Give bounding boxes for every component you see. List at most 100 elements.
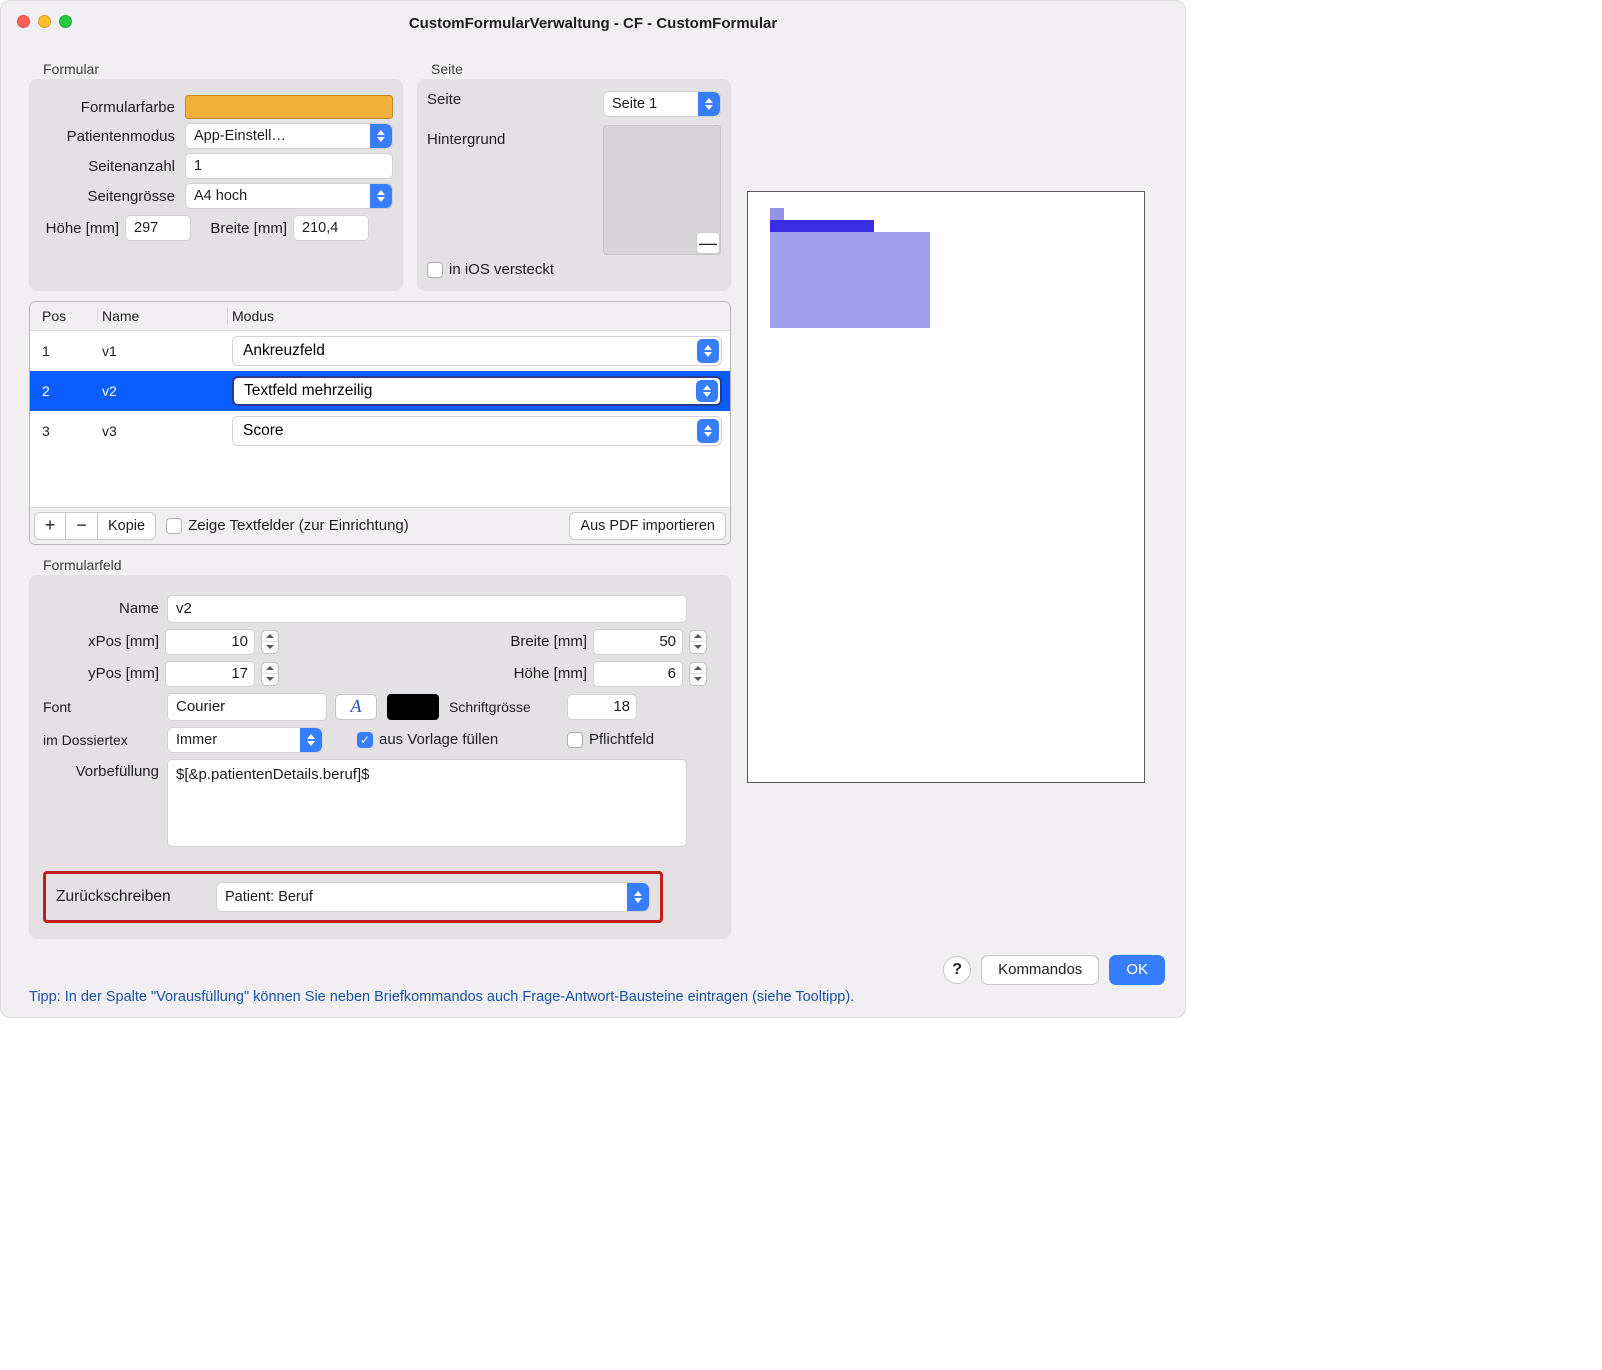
preview-field-v2 [770, 220, 874, 232]
seitengroesse-select[interactable]: A4 hoch [185, 183, 393, 209]
vorbefuellung-label: Vorbefüllung [43, 763, 159, 780]
chevrons-icon [370, 184, 392, 208]
ypos-stepper[interactable] [261, 662, 279, 686]
in-ios-label: in iOS versteckt [449, 261, 554, 278]
dialog-footer: ? Kommandos OK [1, 947, 1185, 989]
table-empty-area [30, 451, 730, 507]
seitengroesse-value: A4 hoch [194, 188, 247, 204]
table-row[interactable]: 2 v2 Textfeld mehrzeilig [30, 371, 730, 411]
table-toolbar: + − Kopie Zeige Textfelder (zur Einricht… [30, 507, 730, 544]
in-ios-checkbox[interactable]: in iOS versteckt [427, 261, 554, 278]
patientenmodus-select[interactable]: App-Einstell… [185, 123, 393, 149]
seite-legend: Seite [427, 61, 467, 77]
xpos-label: xPos [mm] [43, 633, 159, 650]
ypos-label: yPos [mm] [43, 665, 159, 682]
row-modus-select[interactable]: Ankreuzfeld [232, 336, 722, 366]
ypos-input[interactable]: 17 [165, 661, 255, 687]
patientenmodus-value: App-Einstell… [194, 128, 286, 144]
hintergrund-remove-button[interactable]: — [696, 232, 720, 254]
cell-name: v2 [98, 383, 228, 399]
font-color-swatch[interactable] [387, 694, 439, 720]
seitengroesse-label: Seitengrösse [39, 188, 179, 205]
copy-row-button[interactable]: Kopie [98, 512, 156, 540]
breite-stepper[interactable] [689, 630, 707, 654]
chevrons-icon [697, 339, 719, 363]
chevrons-icon [627, 883, 649, 911]
cell-pos: 1 [38, 343, 98, 359]
font-input[interactable]: Courier [167, 693, 327, 721]
add-row-button[interactable]: + [34, 512, 66, 540]
chevrons-icon [370, 124, 392, 148]
zeige-textfelder-checkbox[interactable]: Zeige Textfelder (zur Einrichtung) [166, 517, 409, 534]
col-name[interactable]: Name [98, 308, 228, 324]
seitenanzahl-input[interactable]: 1 [185, 153, 393, 179]
help-button[interactable]: ? [943, 956, 971, 984]
remove-row-button[interactable]: − [66, 512, 98, 540]
col-modus[interactable]: Modus [228, 308, 722, 324]
minimize-icon[interactable] [38, 15, 51, 28]
seite-label: Seite [427, 91, 523, 108]
window-controls [17, 15, 72, 28]
preview-field-v1 [770, 208, 784, 220]
preview-field-v3 [770, 232, 930, 328]
formularfarbe-label: Formularfarbe [39, 99, 179, 116]
table-row[interactable]: 1 v1 Ankreuzfeld [30, 331, 730, 371]
table-row[interactable]: 3 v3 Score [30, 411, 730, 451]
checkbox-icon [567, 732, 583, 748]
breite-input[interactable]: 210,4 [293, 215, 369, 241]
hintergrund-label: Hintergrund [427, 131, 523, 148]
font-picker-button[interactable]: A [335, 694, 377, 720]
row-modus-select[interactable]: Textfeld mehrzeilig [232, 376, 722, 406]
hintergrund-well[interactable]: — [603, 125, 721, 255]
hoehe-stepper[interactable] [689, 662, 707, 686]
import-pdf-button[interactable]: Aus PDF importieren [569, 512, 726, 540]
fields-table: Pos Name Modus 1 v1 Ankreuzfeld 2 [29, 301, 731, 545]
vorbefuellung-textarea[interactable]: $[&p.patientenDetails.beruf]$ [167, 759, 687, 847]
formularfarbe-swatch[interactable] [185, 95, 393, 119]
pflichtfeld-checkbox[interactable]: Pflichtfeld [567, 731, 717, 748]
patientenmodus-label: Patientenmodus [39, 128, 179, 145]
zurueckschreiben-select[interactable]: Patient: Beruf [216, 882, 650, 912]
font-label: Font [43, 699, 159, 715]
feld-hoehe-input[interactable]: 6 [593, 661, 683, 687]
seite-select[interactable]: Seite 1 [603, 91, 721, 117]
close-icon[interactable] [17, 15, 30, 28]
formularfeld-legend: Formularfeld [39, 557, 126, 573]
zurueckschreiben-label: Zurückschreiben [56, 888, 206, 906]
checkbox-icon [166, 518, 182, 534]
col-pos[interactable]: Pos [38, 308, 98, 324]
titlebar: CustomFormularVerwaltung - CF - CustomFo… [1, 1, 1185, 45]
row-modus-select[interactable]: Score [232, 416, 722, 446]
checkbox-icon [427, 262, 443, 278]
formular-legend: Formular [39, 61, 103, 77]
zurueckschreiben-row: Zurückschreiben Patient: Beruf [43, 871, 663, 923]
feld-breite-label: Breite [mm] [483, 633, 587, 650]
schriftgroesse-label: Schriftgrösse [449, 699, 559, 715]
window-title: CustomFormularVerwaltung - CF - CustomFo… [409, 15, 777, 32]
table-header: Pos Name Modus [30, 302, 730, 331]
feld-name-input[interactable]: v2 [167, 595, 687, 623]
seitenanzahl-label: Seitenanzahl [39, 158, 179, 175]
xpos-stepper[interactable] [261, 630, 279, 654]
seite-group: Seite Seite Seite 1 Hintergrund — [417, 79, 731, 291]
chevrons-icon [696, 380, 718, 402]
page-preview[interactable] [747, 191, 1145, 783]
zoom-icon[interactable] [59, 15, 72, 28]
hoehe-label: Höhe [mm] [39, 220, 119, 237]
kommandos-button[interactable]: Kommandos [981, 955, 1099, 985]
schriftgroesse-input[interactable]: 18 [567, 694, 637, 720]
app-window: CustomFormularVerwaltung - CF - CustomFo… [0, 0, 1186, 1018]
cell-pos: 2 [38, 383, 98, 399]
aus-vorlage-checkbox[interactable]: ✓ aus Vorlage füllen [357, 731, 533, 748]
chevrons-icon [300, 728, 322, 752]
ok-button[interactable]: OK [1109, 955, 1165, 985]
hoehe-input[interactable]: 297 [125, 215, 191, 241]
formularfeld-group: Formularfeld Name v2 xPos [mm] 10 Breite… [29, 575, 731, 939]
tip-text: Tipp: In der Spalte "Vorausfüllung" könn… [1, 989, 1185, 1017]
dossier-select[interactable]: Immer [167, 727, 323, 753]
feld-hoehe-label: Höhe [mm] [483, 665, 587, 682]
seite-value: Seite 1 [612, 96, 657, 112]
xpos-input[interactable]: 10 [165, 629, 255, 655]
breite-label: Breite [mm] [197, 220, 287, 237]
feld-breite-input[interactable]: 50 [593, 629, 683, 655]
